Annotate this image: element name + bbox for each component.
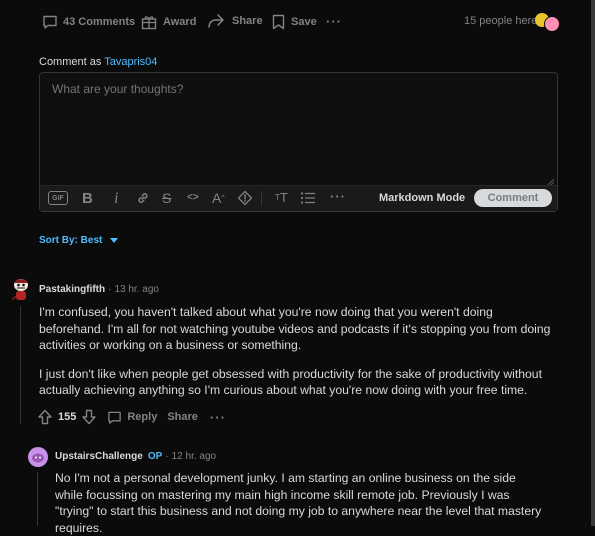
formatting-toolbar: GIF B i S <> A ^ TT ··· Markdown Mode Com…: [40, 185, 557, 211]
reply-button[interactable]: Reply: [107, 410, 157, 425]
more-options-button[interactable]: ···: [326, 14, 342, 29]
current-username-link[interactable]: Tavapris04: [104, 56, 157, 68]
more-formatting-icon[interactable]: ···: [330, 189, 346, 204]
snoo-avatar-icon: [12, 279, 28, 301]
comment-bubble-icon: [107, 410, 122, 425]
comment-paragraph: I just don't like when people get obsess…: [39, 366, 542, 398]
comment-header: UpstairsChallenge OP · 12 hr. ago: [55, 451, 216, 462]
share-label: Share: [232, 15, 263, 27]
thread-line[interactable]: [20, 306, 21, 424]
comment-paragraph: I'm confused, you haven't talked about w…: [39, 305, 551, 352]
award-label: Award: [163, 16, 197, 28]
more-options-button[interactable]: ···: [210, 410, 226, 425]
comment-body: No I'm not a personal development junky.…: [55, 470, 545, 536]
comment-author[interactable]: UpstairsChallenge: [55, 451, 143, 462]
comment-actions: 155 Reply Share ···: [37, 408, 226, 426]
reply-label: Reply: [127, 411, 158, 423]
bold-icon[interactable]: B: [82, 190, 93, 207]
save-button[interactable]: Save: [272, 13, 317, 31]
save-label: Save: [291, 16, 317, 28]
comment-input[interactable]: [40, 73, 557, 185]
strikethrough-icon[interactable]: S: [162, 190, 171, 206]
markdown-mode-button[interactable]: Markdown Mode: [379, 192, 465, 204]
comment-header: Pastakingfifth · 13 hr. ago: [39, 284, 159, 295]
avatar: [544, 16, 560, 32]
award-button[interactable]: Award: [141, 13, 196, 31]
comment-as-prefix: Comment as: [39, 56, 102, 68]
scrollbar-thumb[interactable]: [591, 0, 595, 526]
inline-code-icon[interactable]: <>: [187, 192, 199, 203]
sort-dropdown[interactable]: Sort By: Best: [39, 235, 119, 246]
downvote-icon[interactable]: [81, 409, 97, 425]
share-button[interactable]: Share: [167, 411, 198, 423]
gif-button[interactable]: GIF: [48, 191, 68, 205]
comment-body: I'm confused, you haven't talked about w…: [39, 304, 551, 399]
comment-timestamp[interactable]: 12 hr. ago: [172, 451, 216, 462]
bulleted-list-icon[interactable]: [300, 191, 316, 205]
snoo-avatar-icon: [32, 453, 44, 463]
submit-comment-button[interactable]: Comment: [474, 189, 552, 207]
comments-count-label: 43 Comments: [63, 16, 136, 28]
separator-dot: ·: [108, 284, 112, 295]
separator-dot: ·: [165, 451, 169, 462]
comment-as-line: Comment as Tavapris04: [39, 56, 157, 68]
upvote-icon[interactable]: [37, 409, 53, 425]
scrollbar[interactable]: [591, 0, 595, 526]
comment-timestamp[interactable]: 13 hr. ago: [114, 284, 158, 295]
spoiler-icon[interactable]: [237, 190, 253, 206]
thread-line[interactable]: [37, 472, 38, 526]
share-arrow-icon: [207, 13, 225, 29]
avatar[interactable]: [28, 447, 48, 467]
comment-bubble-icon: [42, 14, 58, 30]
caret-down-icon: [110, 238, 119, 243]
sort-label: Sort By: Best: [39, 235, 103, 246]
italic-icon[interactable]: i: [114, 190, 118, 208]
comment-editor: GIF B i S <> A^ TT ··· Markdown Mode Com…: [39, 72, 558, 212]
link-icon[interactable]: [136, 191, 150, 205]
comments-count-button[interactable]: 43 Comments: [42, 13, 135, 31]
heading-icon[interactable]: TT: [275, 190, 288, 205]
toolbar-divider: [261, 191, 262, 206]
bookmark-icon: [272, 14, 285, 30]
comment-paragraph: No I'm not a personal development junky.…: [55, 471, 542, 535]
people-here-count: 15 people here: [464, 15, 538, 27]
vote-count: 155: [58, 411, 77, 423]
resize-handle-icon[interactable]: [547, 175, 555, 186]
avatar[interactable]: [8, 275, 34, 301]
op-badge: OP: [147, 451, 163, 462]
superscript-icon[interactable]: A ^: [212, 190, 225, 206]
gift-icon: [141, 14, 157, 30]
comment-author[interactable]: Pastakingfifth: [39, 284, 105, 295]
share-button[interactable]: Share: [207, 12, 263, 30]
